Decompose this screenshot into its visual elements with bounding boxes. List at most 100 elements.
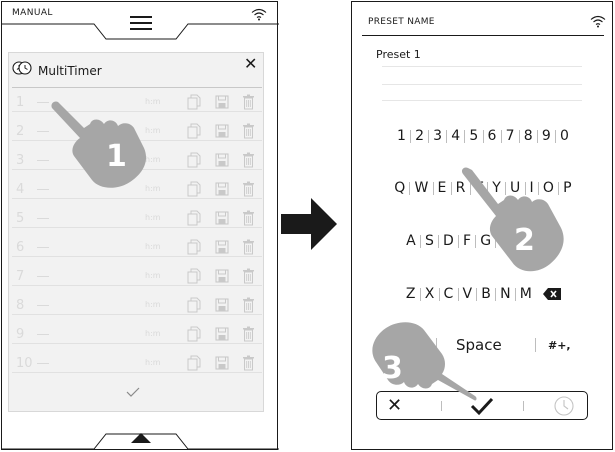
timer-row[interactable]: 3 h:m bbox=[9, 149, 265, 171]
key-t[interactable]: T bbox=[474, 180, 485, 196]
trash-icon[interactable] bbox=[242, 268, 256, 284]
save-icon[interactable] bbox=[215, 297, 229, 313]
key-k[interactable]: K bbox=[532, 233, 543, 249]
clock-icon[interactable] bbox=[553, 395, 575, 417]
key-7[interactable]: 7 bbox=[505, 128, 516, 144]
key-q[interactable]: Q bbox=[393, 180, 406, 196]
key-n[interactable]: N bbox=[499, 286, 512, 302]
save-icon[interactable] bbox=[215, 123, 229, 139]
key-f[interactable]: F bbox=[462, 233, 472, 249]
timer-row-placeholder bbox=[37, 305, 49, 306]
timer-row[interactable]: 7 h:m bbox=[9, 265, 265, 287]
trash-icon[interactable] bbox=[242, 355, 256, 371]
key-3[interactable]: 3 bbox=[432, 128, 443, 144]
key-9[interactable]: 9 bbox=[541, 128, 552, 144]
trash-icon[interactable] bbox=[242, 181, 256, 197]
trash-icon[interactable] bbox=[242, 152, 256, 168]
copy-icon[interactable] bbox=[187, 297, 201, 313]
trash-icon[interactable] bbox=[242, 297, 256, 313]
timer-row-placeholder bbox=[37, 189, 49, 190]
key-2[interactable]: 2 bbox=[414, 128, 425, 144]
key-h[interactable]: H bbox=[499, 233, 512, 249]
save-icon[interactable] bbox=[215, 152, 229, 168]
copy-icon[interactable] bbox=[187, 268, 201, 284]
copy-icon[interactable] bbox=[187, 181, 201, 197]
key-e[interactable]: E bbox=[437, 180, 448, 196]
key-divider bbox=[419, 287, 421, 301]
key-p[interactable]: P bbox=[562, 180, 573, 196]
key-i[interactable]: I bbox=[529, 180, 535, 196]
header-divider bbox=[362, 35, 604, 36]
timer-row-number: 1 bbox=[16, 95, 25, 110]
trash-icon[interactable] bbox=[242, 239, 256, 255]
key-a[interactable]: A bbox=[405, 233, 417, 249]
timer-row[interactable]: 5 h:m bbox=[9, 207, 265, 229]
timer-row-number: 3 bbox=[16, 153, 25, 168]
cancel-button[interactable]: ✕ bbox=[387, 395, 402, 416]
symbols-key[interactable]: #+, bbox=[548, 339, 571, 352]
backspace-icon[interactable] bbox=[543, 288, 562, 300]
key-d[interactable]: D bbox=[442, 233, 455, 249]
key-u[interactable]: U bbox=[509, 180, 521, 196]
timer-row-time: h:m bbox=[145, 155, 161, 164]
save-icon[interactable] bbox=[215, 239, 229, 255]
save-icon[interactable] bbox=[215, 181, 229, 197]
key-r[interactable]: R bbox=[455, 180, 467, 196]
save-icon[interactable] bbox=[215, 210, 229, 226]
trash-icon[interactable] bbox=[242, 94, 256, 110]
key-0[interactable]: 0 bbox=[559, 128, 570, 144]
space-key[interactable]: Space bbox=[456, 336, 502, 354]
timer-row-placeholder bbox=[37, 160, 49, 161]
key-l[interactable]: L bbox=[551, 233, 561, 249]
key-b[interactable]: B bbox=[480, 286, 492, 302]
confirm-check-icon[interactable] bbox=[125, 386, 141, 398]
preset-name-input[interactable]: Preset 1 bbox=[376, 48, 421, 61]
multitimer-header: MultiTimer ✕ bbox=[9, 53, 263, 83]
timer-row-time: h:m bbox=[145, 184, 161, 193]
key-j[interactable]: J bbox=[519, 233, 525, 249]
key-v[interactable]: V bbox=[462, 286, 474, 302]
key-w[interactable]: W bbox=[413, 180, 429, 196]
save-icon[interactable] bbox=[215, 355, 229, 371]
key-s[interactable]: S bbox=[424, 233, 435, 249]
timer-row[interactable]: 10 h:m bbox=[9, 352, 265, 374]
key-4[interactable]: 4 bbox=[450, 128, 461, 144]
save-icon[interactable] bbox=[215, 326, 229, 342]
copy-icon[interactable] bbox=[187, 326, 201, 342]
key-c[interactable]: C bbox=[443, 286, 455, 302]
key-8[interactable]: 8 bbox=[523, 128, 534, 144]
key-z[interactable]: Z bbox=[405, 286, 417, 302]
copy-icon[interactable] bbox=[187, 152, 201, 168]
key-divider bbox=[535, 338, 536, 352]
key-6[interactable]: 6 bbox=[487, 128, 498, 144]
save-icon[interactable] bbox=[215, 94, 229, 110]
copy-icon[interactable] bbox=[187, 239, 201, 255]
trash-icon[interactable] bbox=[242, 123, 256, 139]
key-m[interactable]: M bbox=[519, 286, 533, 302]
copy-icon[interactable] bbox=[187, 210, 201, 226]
check-icon[interactable] bbox=[469, 396, 495, 416]
timer-row[interactable]: 8 h:m bbox=[9, 294, 265, 316]
key-1[interactable]: 1 bbox=[396, 128, 407, 144]
key-g[interactable]: G bbox=[479, 233, 492, 249]
key-x[interactable]: X bbox=[424, 286, 436, 302]
timer-row[interactable]: 6 h:m bbox=[9, 236, 265, 258]
copy-icon[interactable] bbox=[187, 123, 201, 139]
timer-row[interactable]: 2 h:m bbox=[9, 120, 265, 142]
timer-row[interactable]: 1 h:m bbox=[9, 91, 265, 113]
copy-icon[interactable] bbox=[187, 94, 201, 110]
trash-icon[interactable] bbox=[242, 326, 256, 342]
timer-row[interactable]: 4 h:m bbox=[9, 178, 265, 200]
multitimer-title: MultiTimer bbox=[38, 64, 102, 78]
save-icon[interactable] bbox=[215, 268, 229, 284]
hamburger-icon[interactable] bbox=[130, 16, 152, 30]
triangle-up-icon[interactable] bbox=[131, 433, 151, 443]
trash-icon[interactable] bbox=[242, 210, 256, 226]
timer-row[interactable]: 9 h:m bbox=[9, 323, 265, 345]
key-o[interactable]: O bbox=[542, 180, 555, 196]
key-y[interactable]: Y bbox=[491, 180, 502, 196]
timer-row-time: h:m bbox=[145, 271, 161, 280]
close-icon[interactable]: ✕ bbox=[244, 55, 257, 73]
key-5[interactable]: 5 bbox=[468, 128, 479, 144]
copy-icon[interactable] bbox=[187, 355, 201, 371]
